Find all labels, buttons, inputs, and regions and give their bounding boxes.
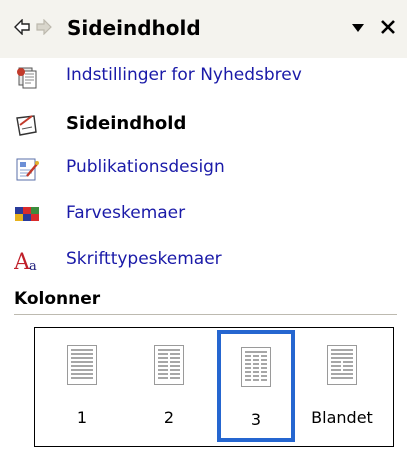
pane-title: Sideindhold [67,16,201,40]
dropdown-triangle-icon[interactable] [351,23,365,33]
nav-item-label: Publikationsdesign [66,157,225,177]
columns-options: 1 2 3 Blandet [34,327,394,447]
column-option-3[interactable]: 3 [217,330,295,442]
columns-heading: Kolonner [14,289,101,309]
column-option-label: 3 [250,410,262,429]
close-icon[interactable] [380,19,396,35]
nav-item-label: Skrifttypeskemaer [66,249,222,269]
task-pane-header: Sideindhold [0,0,407,58]
column-option-label: Blandet [311,408,373,427]
back-arrow-icon[interactable] [14,19,30,35]
column-option-mixed[interactable]: Blandet [303,328,381,446]
section-divider [14,314,397,315]
forward-arrow-icon[interactable] [36,19,52,35]
nav-item-font-schemes[interactable]: A a Skrifttypeskemaer [14,246,394,276]
column-option-2[interactable]: 2 [130,328,208,446]
mixed-column-page-icon [327,345,357,385]
nav-item-page-content[interactable]: Sideindhold [14,110,394,140]
nav-item-label: Sideindhold [66,113,187,134]
svg-text:a: a [29,259,37,274]
page-content-icon [16,115,37,136]
nav-item-publication-design[interactable]: Publikationsdesign [14,154,394,184]
one-column-page-icon [67,345,97,385]
nav-item-label: Farveskemaer [66,203,186,223]
newsletter-settings-icon [17,67,37,89]
publication-design-icon [16,158,39,181]
color-schemes-icon [15,207,39,221]
column-option-label: 1 [76,408,88,427]
font-schemes-icon: A a [14,250,37,274]
nav-item-color-schemes[interactable]: Farveskemaer [14,200,394,230]
three-column-page-icon [241,347,271,387]
nav-item-label: Indstillinger for Nyhedsbrev [66,65,302,85]
column-option-label: 2 [163,408,175,427]
nav-item-newsletter-settings[interactable]: Indstillinger for Nyhedsbrev [14,62,394,92]
two-column-page-icon [154,345,184,385]
column-option-1[interactable]: 1 [43,328,121,446]
